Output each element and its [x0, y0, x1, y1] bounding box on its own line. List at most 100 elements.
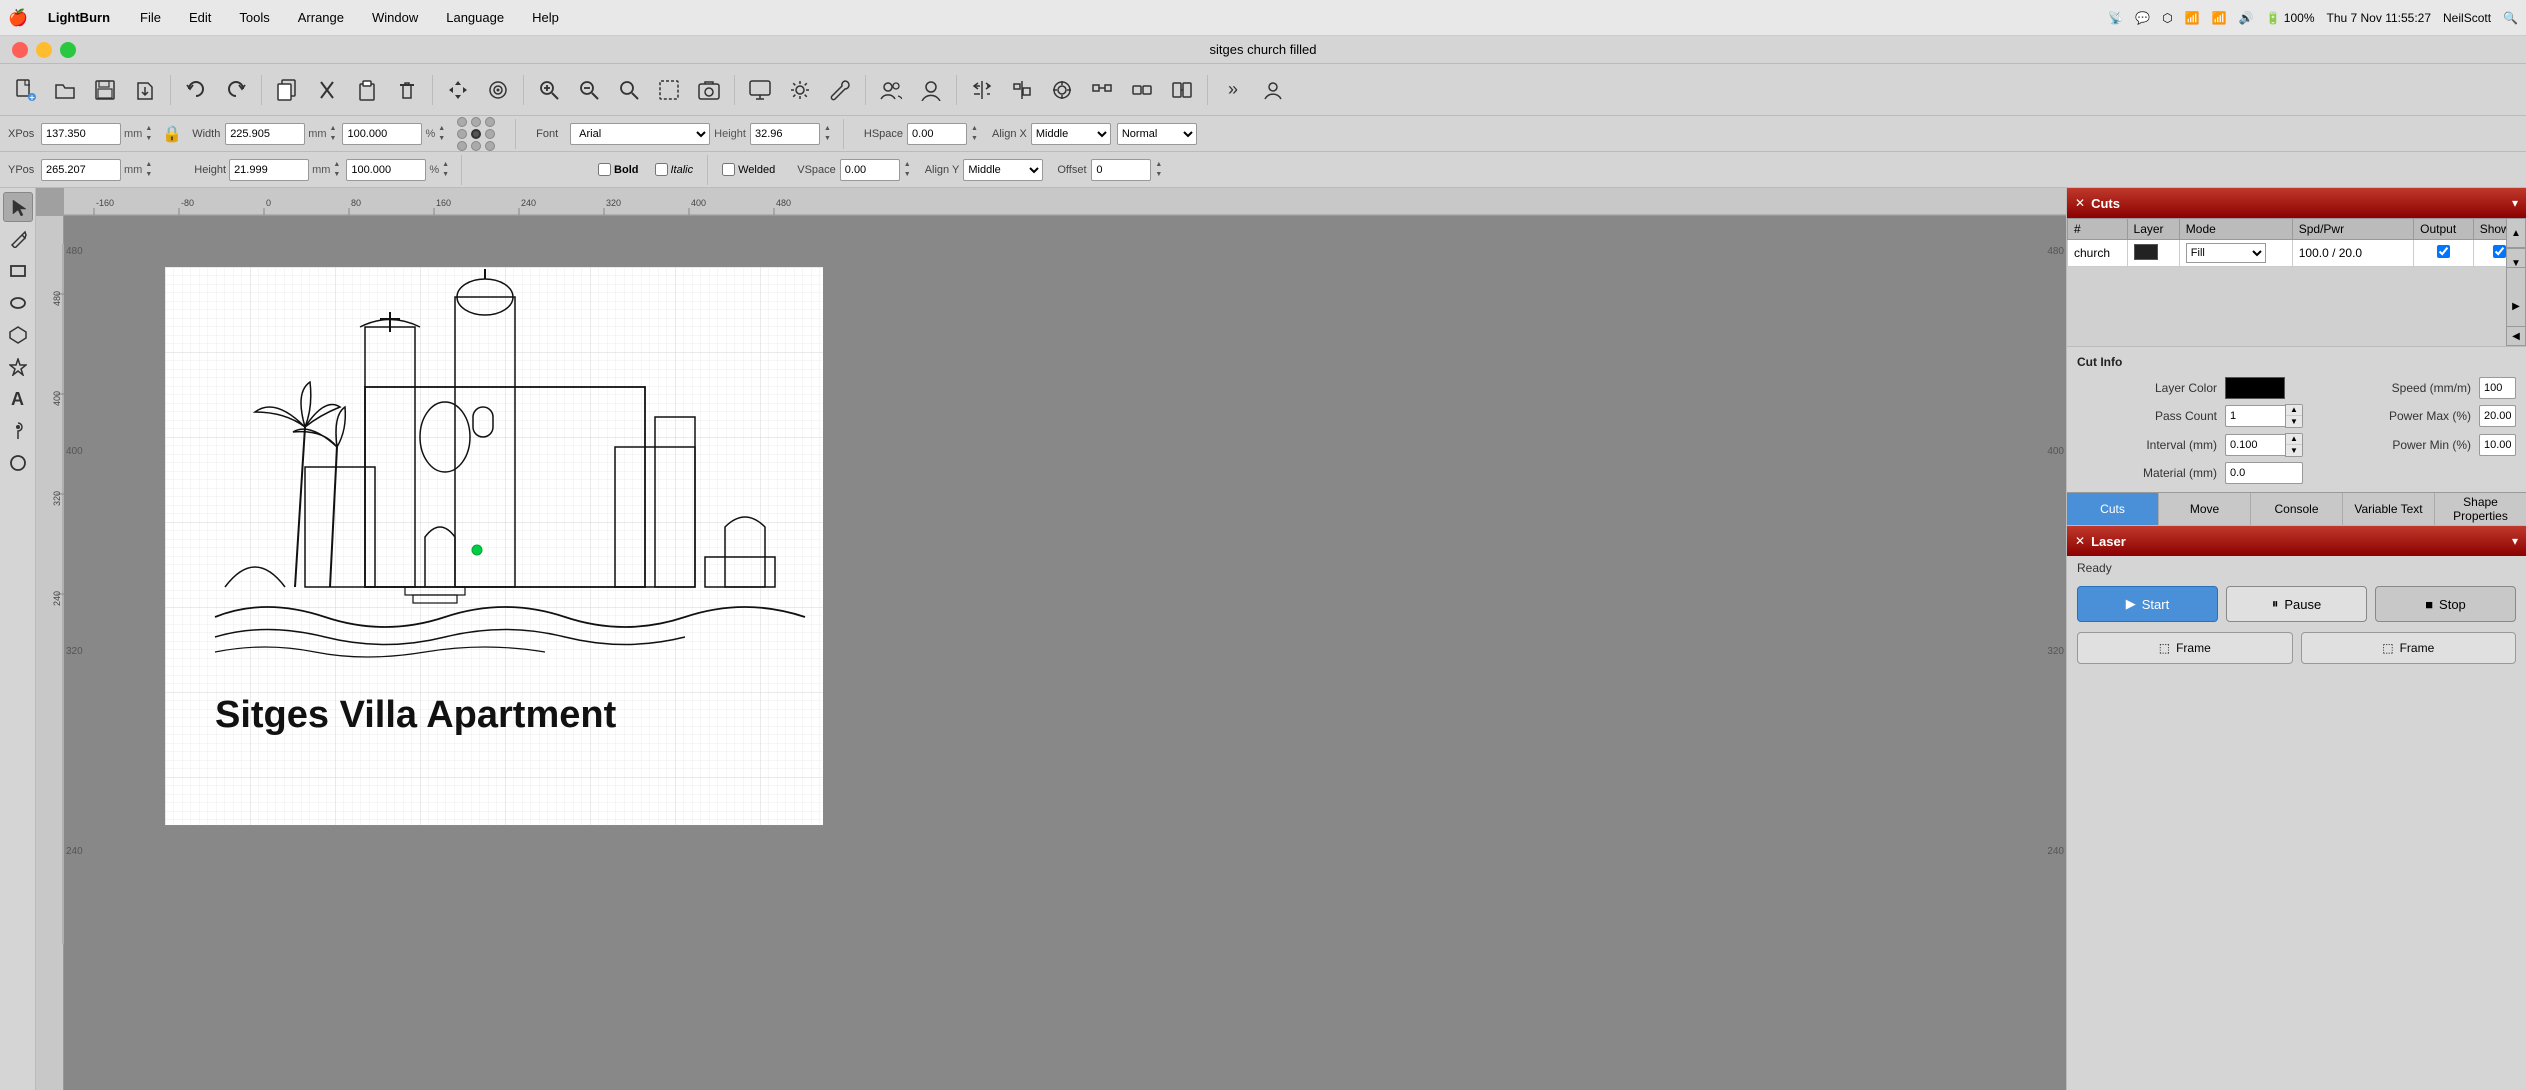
- arrow-up-btn[interactable]: ▲: [2506, 218, 2526, 248]
- pin-tool[interactable]: [3, 416, 33, 446]
- height-input2[interactable]: [229, 159, 309, 181]
- passthrough-button[interactable]: [1163, 71, 1201, 109]
- align-button[interactable]: [1003, 71, 1041, 109]
- monitor-button[interactable]: [741, 71, 779, 109]
- copy-button[interactable]: [268, 71, 306, 109]
- xpos-input[interactable]: [41, 123, 121, 145]
- hspace-stepper[interactable]: ▲▼: [971, 124, 978, 144]
- node-edit-button[interactable]: [1083, 71, 1121, 109]
- star-tool[interactable]: [3, 352, 33, 382]
- tools-button[interactable]: [821, 71, 859, 109]
- flip-h-button[interactable]: [963, 71, 1001, 109]
- zoom-fit-button[interactable]: [610, 71, 648, 109]
- height-stepper2[interactable]: ▲▼: [333, 160, 340, 180]
- bold-toggle[interactable]: Bold: [598, 163, 638, 176]
- app-name[interactable]: LightBurn: [48, 10, 110, 25]
- close-button[interactable]: [12, 42, 28, 58]
- normal-select[interactable]: Normal: [1117, 123, 1197, 145]
- pass-count-up[interactable]: ▲: [2286, 405, 2302, 416]
- delete-button[interactable]: [388, 71, 426, 109]
- tab-variable-text[interactable]: Variable Text: [2343, 493, 2435, 525]
- apple-menu[interactable]: 🍎: [8, 8, 28, 28]
- color-swatch[interactable]: [2134, 244, 2158, 260]
- vspace-stepper[interactable]: ▲▼: [904, 160, 911, 180]
- select-tool[interactable]: [3, 192, 33, 222]
- tab-shape-properties[interactable]: Shape Properties: [2435, 493, 2526, 525]
- search-icon[interactable]: 🔍: [2503, 11, 2518, 25]
- percent1-input[interactable]: [342, 123, 422, 145]
- offset-input[interactable]: [1091, 159, 1151, 181]
- ypos-input[interactable]: [41, 159, 121, 181]
- interval-down[interactable]: ▼: [2286, 445, 2302, 456]
- more-button[interactable]: »: [1214, 71, 1252, 109]
- material-input[interactable]: [2225, 462, 2303, 484]
- frame-button-2[interactable]: ⬚ Frame: [2301, 632, 2517, 664]
- percent1-stepper[interactable]: ▲▼: [438, 124, 445, 144]
- menu-edit[interactable]: Edit: [183, 8, 217, 27]
- menu-tools[interactable]: Tools: [233, 8, 275, 27]
- width-input[interactable]: [225, 123, 305, 145]
- hspace-input[interactable]: [907, 123, 967, 145]
- clone-button[interactable]: [479, 71, 517, 109]
- row-mode[interactable]: FillLineFill+Line: [2179, 240, 2292, 267]
- row-layer[interactable]: [2127, 240, 2179, 267]
- italic-toggle[interactable]: Italic: [655, 163, 694, 176]
- welded-toggle[interactable]: Welded: [722, 163, 775, 176]
- draw-tool[interactable]: [3, 224, 33, 254]
- export-button[interactable]: [126, 71, 164, 109]
- pass-count-down[interactable]: ▼: [2286, 416, 2302, 427]
- frame-button-1[interactable]: ⬚ Frame: [2077, 632, 2293, 664]
- show-checkbox[interactable]: [2493, 245, 2506, 258]
- tab-cuts[interactable]: Cuts: [2067, 493, 2159, 525]
- target-button[interactable]: [1043, 71, 1081, 109]
- menu-help[interactable]: Help: [526, 8, 565, 27]
- layer-color-swatch[interactable]: [2225, 377, 2285, 399]
- pass-count-stepper[interactable]: ▲ ▼: [2285, 404, 2303, 428]
- cuts-panel-collapse[interactable]: ▾: [2512, 196, 2518, 210]
- menu-file[interactable]: File: [134, 8, 167, 27]
- zoom-out-button[interactable]: [570, 71, 608, 109]
- undo-button[interactable]: [177, 71, 215, 109]
- zoom-in-button[interactable]: [530, 71, 568, 109]
- text-tool[interactable]: A: [3, 384, 33, 414]
- offset-stepper[interactable]: ▲▼: [1155, 160, 1162, 180]
- canvas-work[interactable]: 480 400 320 240 480 400 320 240: [64, 216, 2066, 1090]
- settings-button[interactable]: [781, 71, 819, 109]
- circle-tool[interactable]: [3, 448, 33, 478]
- lock-icon[interactable]: 🔒: [162, 124, 182, 144]
- percent2-input[interactable]: [346, 159, 426, 181]
- xpos-stepper[interactable]: ▲▼: [145, 124, 152, 144]
- power-min-input[interactable]: [2479, 434, 2516, 456]
- ellipse-tool[interactable]: [3, 288, 33, 318]
- move-button[interactable]: [439, 71, 477, 109]
- polygon-tool[interactable]: [3, 320, 33, 350]
- interval-up[interactable]: ▲: [2286, 434, 2302, 445]
- percent2-stepper[interactable]: ▲▼: [442, 160, 449, 180]
- width-stepper[interactable]: ▲▼: [330, 124, 337, 144]
- weld-button[interactable]: [1123, 71, 1161, 109]
- output-checkbox[interactable]: [2437, 245, 2450, 258]
- redo-button[interactable]: [217, 71, 255, 109]
- stop-button[interactable]: ■ Stop: [2375, 586, 2516, 622]
- pause-button[interactable]: ⏸ Pause: [2226, 586, 2367, 622]
- menu-language[interactable]: Language: [440, 8, 510, 27]
- menu-arrange[interactable]: Arrange: [292, 8, 350, 27]
- users-button[interactable]: [872, 71, 910, 109]
- panel-left-arrow[interactable]: ◀: [2506, 326, 2526, 346]
- font-select[interactable]: Arial: [570, 123, 710, 145]
- paste-button[interactable]: [348, 71, 386, 109]
- font-height-input[interactable]: [750, 123, 820, 145]
- user-button[interactable]: [912, 71, 950, 109]
- rect-tool[interactable]: [3, 256, 33, 286]
- new-button[interactable]: +: [6, 71, 44, 109]
- ypos-stepper[interactable]: ▲▼: [145, 160, 152, 180]
- open-button[interactable]: [46, 71, 84, 109]
- minimize-button[interactable]: [36, 42, 52, 58]
- menu-window[interactable]: Window: [366, 8, 424, 27]
- tab-move[interactable]: Move: [2159, 493, 2251, 525]
- select-region-button[interactable]: [650, 71, 688, 109]
- aligny-select[interactable]: MiddleTopBottom: [963, 159, 1043, 181]
- start-button[interactable]: ▶ Start: [2077, 586, 2218, 622]
- interval-stepper[interactable]: ▲ ▼: [2285, 433, 2303, 457]
- speed-input[interactable]: [2479, 377, 2516, 399]
